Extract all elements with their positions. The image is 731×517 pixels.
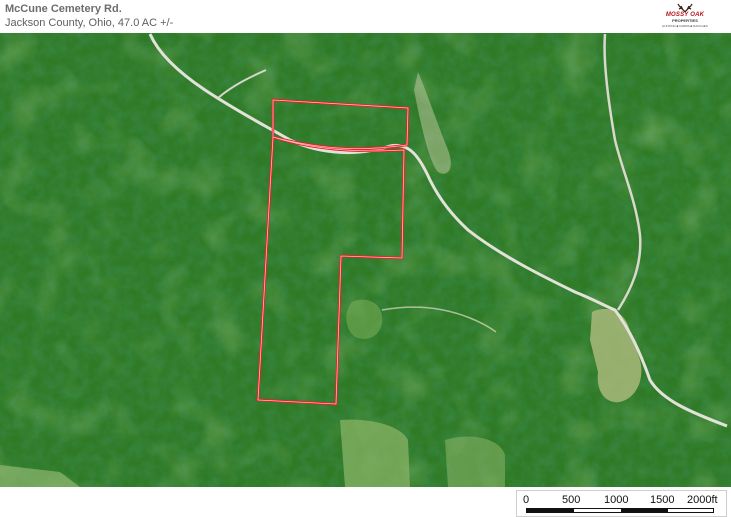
map-frame: McCune Cemetery Rd. Jackson County, Ohio… (0, 0, 731, 517)
satellite-map[interactable]: 0 500 1000 1500 2000ft (0, 33, 731, 517)
scale-label-500: 500 (562, 494, 581, 506)
scale-segment-4 (668, 509, 713, 512)
field-bottom (445, 436, 505, 487)
map-canvas (0, 33, 731, 487)
logo-tagline: HUNTING ■ FARMS ■ RANCHES (662, 24, 708, 28)
scale-label-2000: 2000ft (687, 494, 718, 506)
map-title: McCune Cemetery Rd. (5, 3, 122, 15)
scale-track (526, 508, 714, 513)
scale-label-1500: 1500 (650, 494, 675, 506)
brand-logo: MOSSY OAK PROPERTIES HUNTING ■ FARMS ■ R… (659, 2, 711, 31)
clearing-east (346, 299, 383, 339)
logo-sub: PROPERTIES (672, 18, 698, 23)
map-header: McCune Cemetery Rd. Jackson County, Ohio… (0, 0, 731, 33)
scale-bar: 0 500 1000 1500 2000ft (516, 490, 727, 517)
map-subtitle: Jackson County, Ohio, 47.0 AC +/- (5, 17, 174, 29)
scale-segment-1 (527, 509, 574, 512)
scale-segment-2 (574, 509, 621, 512)
scale-segment-3 (621, 509, 668, 512)
forest-highlights (0, 33, 731, 487)
scale-label-1000: 1000 (604, 494, 629, 506)
scale-label-0: 0 (523, 494, 530, 506)
